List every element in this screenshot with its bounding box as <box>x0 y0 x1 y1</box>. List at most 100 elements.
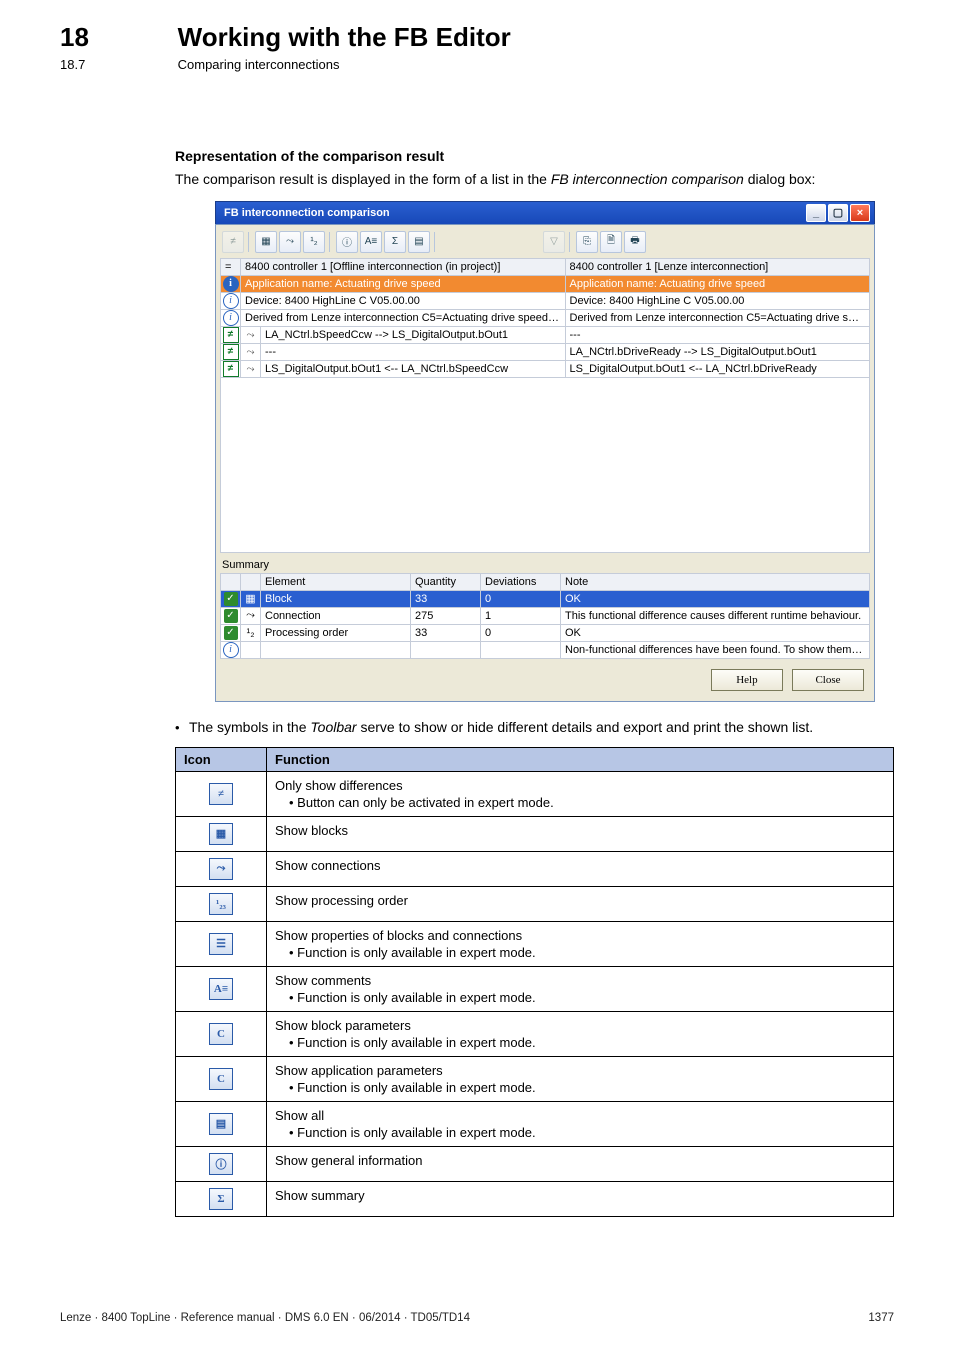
grid-row[interactable]: i Derived from Lenze interconnection C5=… <box>221 309 870 326</box>
sum-note: OK <box>561 624 870 641</box>
comments-icon: A≡ <box>209 978 233 1000</box>
toolbar-print-icon[interactable]: 🖶 <box>624 231 646 253</box>
toolbar-sum-icon[interactable]: Σ <box>384 231 406 253</box>
ftab-sub: • Button can only be activated in expert… <box>289 795 885 810</box>
sum-qty: 33 <box>411 590 481 607</box>
ftab-fn: Show processing order <box>275 893 885 908</box>
ftab-row: ▤ Show all • Function is only available … <box>176 1101 894 1146</box>
summary-row[interactable]: ✓ ▦ Block 33 0 OK <box>221 590 870 607</box>
subchapter-title: Comparing interconnections <box>178 57 340 72</box>
toolbar-comments-icon[interactable]: A≡ <box>360 231 382 253</box>
sum-qty: 33 <box>411 624 481 641</box>
divider: _ _ _ _ _ _ _ _ _ _ _ _ _ _ _ _ _ _ _ _ … <box>60 112 894 126</box>
window-minimize-button[interactable]: _ <box>806 204 826 222</box>
dialog-toolbar: ≠ ▦ ⤳ ¹₂ ⓘ A≡ Σ ▤ ▽ ⎘ 🗎 🖶 <box>220 229 870 258</box>
sum-h-dev: Deviations <box>481 573 561 590</box>
close-button[interactable]: Close <box>792 669 864 691</box>
ftab-fn: Only show differences <box>275 778 885 793</box>
window-maximize-button[interactable]: ▢ <box>828 204 848 222</box>
toolbar-order-icon[interactable]: ¹₂ <box>303 231 325 253</box>
toolbar-export-icon[interactable]: 🗎 <box>600 231 622 253</box>
row-icon: ≠ <box>221 326 241 343</box>
summary-icon: Σ <box>209 1188 233 1210</box>
row-icon: i <box>221 309 241 326</box>
ftab-row: C Show application parameters • Function… <box>176 1056 894 1101</box>
ftab-row: ⓘ Show general information <box>176 1146 894 1181</box>
cell-right: Derived from Lenze interconnection C5=Ac… <box>565 309 870 326</box>
row-icon: ≠ <box>221 360 241 377</box>
cell-left: LS_DigitalOutput.bOut1 <-- LA_NCtrl.bSpe… <box>261 360 566 377</box>
row-icon: i <box>221 275 241 292</box>
row-subicon: ▦ <box>241 590 261 607</box>
toolbar-filter-icon[interactable]: ▽ <box>543 231 565 253</box>
neq-icon: ≠ <box>223 327 239 343</box>
sum-h-note: Note <box>561 573 870 590</box>
row-icon: ✓ <box>221 624 241 641</box>
ftab-row: C Show block parameters • Function is on… <box>176 1011 894 1056</box>
summary-row[interactable]: ✓ ¹₂ Processing order 33 0 OK <box>221 624 870 641</box>
cell-right: LA_NCtrl.bDriveReady --> LS_DigitalOutpu… <box>565 343 870 360</box>
arrow-icon: ⤳ <box>247 330 255 341</box>
grid-row[interactable]: ≠ ⤳ --- LA_NCtrl.bDriveReady --> LS_Digi… <box>221 343 870 360</box>
toolbar-info-icon[interactable]: ⓘ <box>336 231 358 253</box>
bullet-b: serve to show or hide different details … <box>357 719 814 735</box>
arrow-icon: ⤳ <box>247 347 255 358</box>
neq-icon: ≠ <box>223 344 239 360</box>
info-icon: i <box>223 642 239 658</box>
row-subicon: ⤳ <box>241 343 261 360</box>
ftab-fn: Show summary <box>275 1188 885 1203</box>
order-icon: ¹₂₃ <box>209 893 233 915</box>
section-heading: Representation of the comparison result <box>175 148 894 164</box>
properties-icon: ☰ <box>209 933 233 955</box>
toolbar-copy-icon[interactable]: ⎘ <box>576 231 598 253</box>
dialog-footer: Help Close <box>220 659 870 697</box>
page-footer: Lenze · 8400 TopLine · Reference manual … <box>60 1312 894 1324</box>
sum-note: This functional difference causes differ… <box>561 607 870 624</box>
ftab-fn: Show properties of blocks and connection… <box>275 928 885 943</box>
subchapter-number: 18.7 <box>60 57 174 72</box>
ok-icon: ✓ <box>224 592 238 606</box>
grid-row[interactable]: ≠ ⤳ LS_DigitalOutput.bOut1 <-- LA_NCtrl.… <box>221 360 870 377</box>
ftab-row: ≠ Only show differences • Button can onl… <box>176 771 894 816</box>
toolbar-connections-icon[interactable]: ⤳ <box>279 231 301 253</box>
toolbar-separator <box>329 232 332 252</box>
row-icon: i <box>221 641 241 658</box>
summary-row[interactable]: ✓ ⤳ Connection 275 1 This functional dif… <box>221 607 870 624</box>
summary-row[interactable]: i Non-functional differences have been f… <box>221 641 870 658</box>
row-subicon: ¹₂ <box>241 624 261 641</box>
diff-icon: ≠ <box>209 783 233 805</box>
ftab-fn: Show connections <box>275 858 885 873</box>
ftab-fn: Show all <box>275 1108 885 1123</box>
help-button[interactable]: Help <box>711 669 783 691</box>
dialog-titlebar: FB interconnection comparison _ ▢ × <box>215 201 875 224</box>
ftab-header-row: Icon Function <box>176 747 894 771</box>
grid-row[interactable]: ≠ ⤳ LA_NCtrl.bSpeedCcw --> LS_DigitalOut… <box>221 326 870 343</box>
summary-label: Summary <box>220 553 870 573</box>
ftab-row: ¹₂₃ Show processing order <box>176 886 894 921</box>
grid-row[interactable]: i Device: 8400 HighLine C V05.00.00 Devi… <box>221 292 870 309</box>
bullet-em: Toolbar <box>310 719 356 735</box>
toolbar-blocks-icon[interactable]: ▦ <box>255 231 277 253</box>
row-subicon: ⤳ <box>241 326 261 343</box>
cell-left: --- <box>261 343 566 360</box>
ftab-row: Σ Show summary <box>176 1181 894 1216</box>
toolbar-all-icon[interactable]: ▤ <box>408 231 430 253</box>
sum-note: OK <box>561 590 870 607</box>
sum-qty: 275 <box>411 607 481 624</box>
sum-element: Connection <box>261 607 411 624</box>
sum-element: Block <box>261 590 411 607</box>
arrow-icon: ⤳ <box>247 364 255 375</box>
sum-h-element: Element <box>261 573 411 590</box>
toolbar-diff-icon[interactable]: ≠ <box>222 231 244 253</box>
general-info-icon: ⓘ <box>209 1153 233 1175</box>
ok-icon: ✓ <box>224 609 238 623</box>
icon-function-table: Icon Function ≠ Only show differences • … <box>175 747 894 1217</box>
grid-head-right: 8400 controller 1 [Lenze interconnection… <box>565 258 870 275</box>
footer-left: Lenze · 8400 TopLine · Reference manual … <box>60 1312 470 1324</box>
window-close-button[interactable]: × <box>850 204 870 222</box>
sum-h-qty: Quantity <box>411 573 481 590</box>
grid-header-row: = 8400 controller 1 [Offline interconnec… <box>221 258 870 275</box>
grid-row[interactable]: i Application name: Actuating drive spee… <box>221 275 870 292</box>
neq-icon: ≠ <box>223 361 239 377</box>
info-icon: i <box>223 310 239 326</box>
